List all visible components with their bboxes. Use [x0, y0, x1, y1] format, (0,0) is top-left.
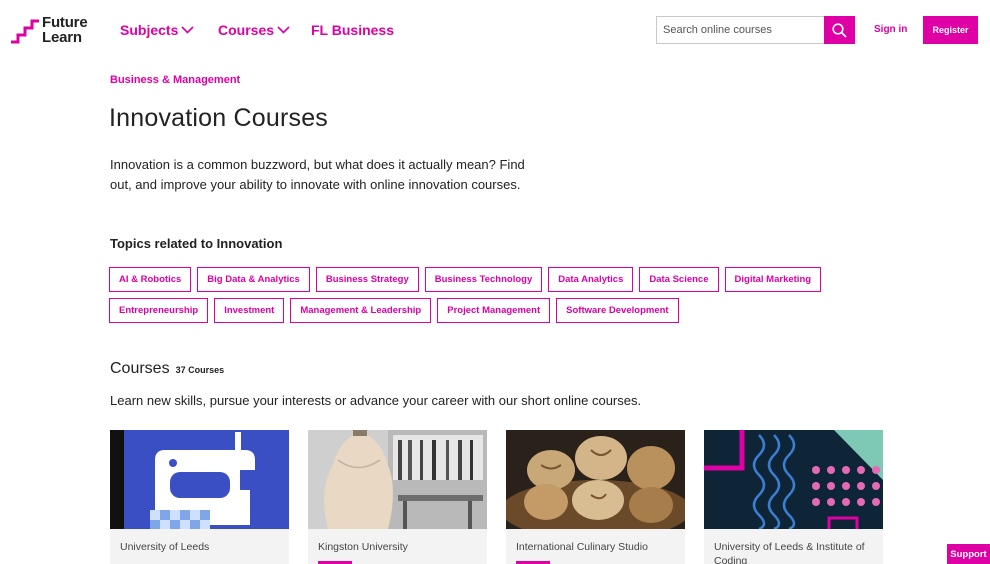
search-input[interactable] [656, 16, 824, 44]
topic-tag-data-analytics[interactable]: Data Analytics [548, 267, 634, 292]
nav-courses-label: Courses [218, 22, 275, 38]
topic-tag-business-technology[interactable]: Business Technology [424, 267, 543, 292]
page-title: Innovation Courses [109, 104, 329, 132]
register-button[interactable]: Register [923, 16, 978, 44]
topic-tags-row-1: AI & Robotics Big Data & Analytics Busin… [109, 267, 827, 292]
course-card[interactable]: Kingston University [308, 430, 487, 564]
logo-text-line1: Future [42, 14, 88, 31]
courses-count: 37 Courses [175, 365, 225, 375]
course-image-bread [506, 430, 685, 529]
site-header: Future Learn Subjects Courses FL Busines… [0, 0, 990, 60]
courses-description: Learn new skills, pursue your interests … [110, 393, 642, 408]
topic-tag-investment[interactable]: Investment [214, 298, 285, 323]
chevron-down-icon [277, 26, 290, 34]
topic-tag-ai-robotics[interactable]: AI & Robotics [109, 267, 192, 292]
course-university: University of Leeds [120, 541, 210, 553]
logo-text-line2: Learn [42, 29, 82, 46]
search-bar [656, 16, 855, 44]
topic-tags-row-2: Entrepreneurship Investment Management &… [109, 298, 685, 323]
topic-tag-entrepreneurship[interactable]: Entrepreneurship [109, 298, 209, 323]
topics-heading: Topics related to Innovation [110, 236, 283, 251]
course-university: International Culinary Studio [516, 541, 648, 553]
search-icon [832, 22, 847, 38]
courses-title: Courses [110, 360, 170, 377]
topic-tag-project-management[interactable]: Project Management [437, 298, 551, 323]
course-card[interactable]: International Culinary Studio [506, 430, 685, 564]
course-image-abstract-pattern [704, 430, 883, 529]
nav-subjects[interactable]: Subjects [120, 22, 194, 38]
page-intro: Innovation is a common buzzword, but wha… [110, 157, 525, 192]
nav-fl-business[interactable]: FL Business [311, 22, 394, 38]
futurelearn-logo[interactable]: Future Learn [10, 14, 90, 46]
topic-tag-data-science[interactable]: Data Science [639, 267, 719, 292]
logo-steps-icon [11, 19, 39, 44]
search-button[interactable] [824, 16, 855, 44]
chevron-down-icon [181, 26, 194, 34]
courses-heading: Courses 37 Courses [110, 360, 224, 378]
course-image-mannequin [308, 430, 487, 529]
topic-tag-business-strategy[interactable]: Business Strategy [315, 267, 419, 292]
nav-subjects-label: Subjects [120, 22, 179, 38]
support-button[interactable]: Support [947, 544, 990, 564]
sign-in-link[interactable]: Sign in [874, 24, 907, 35]
course-card[interactable]: University of Leeds [110, 430, 289, 564]
topic-tag-management-leadership[interactable]: Management & Leadership [290, 298, 432, 323]
topic-tag-digital-marketing[interactable]: Digital Marketing [724, 267, 822, 292]
course-university: Kingston University [318, 541, 408, 553]
topic-tag-big-data[interactable]: Big Data & Analytics [197, 267, 310, 292]
course-university: University of Leeds & Institute of Codin… [714, 541, 865, 564]
course-image-sewing-machine [110, 430, 289, 529]
topic-tag-software-development[interactable]: Software Development [556, 298, 679, 323]
course-card[interactable]: University of Leeds & Institute of Codin… [704, 430, 883, 564]
nav-courses[interactable]: Courses [218, 22, 290, 38]
breadcrumb[interactable]: Business & Management [110, 74, 240, 86]
